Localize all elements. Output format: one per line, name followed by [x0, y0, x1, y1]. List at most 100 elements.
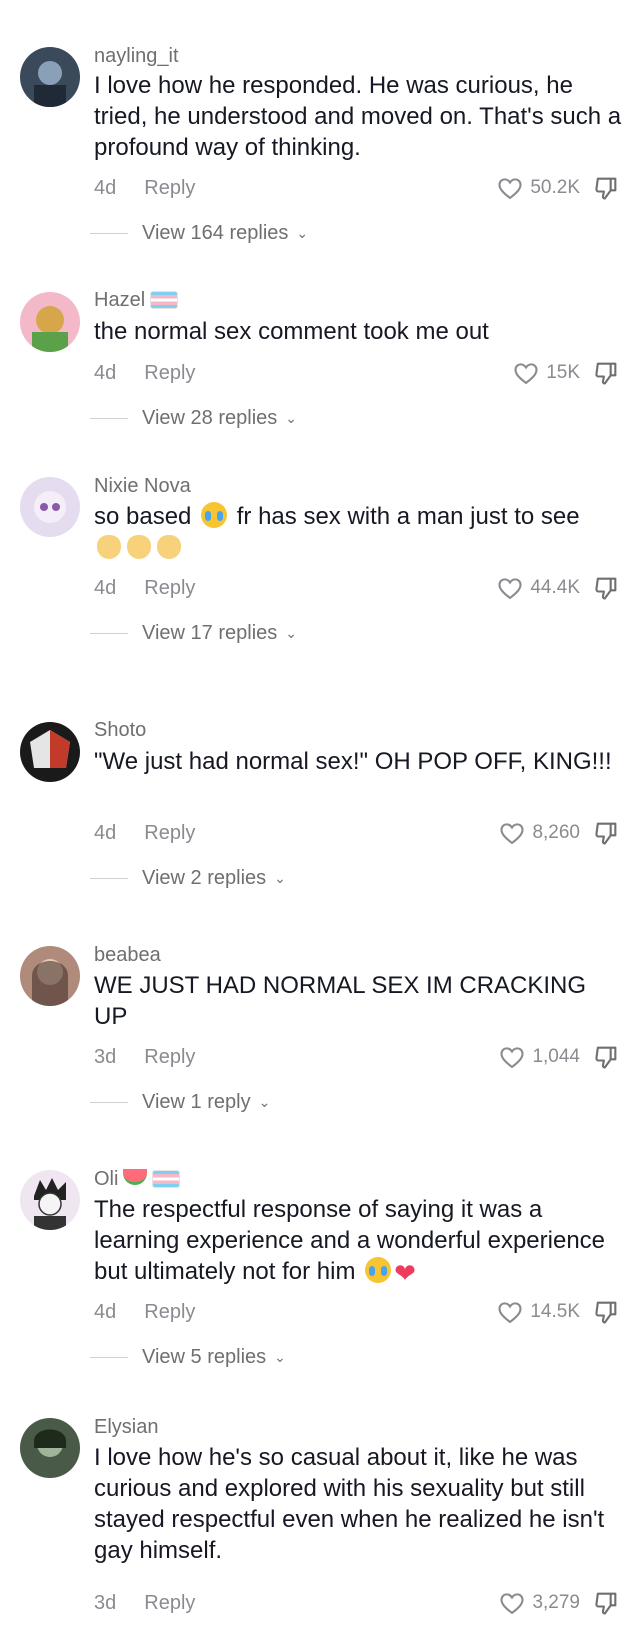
comment-meta: 3d Reply	[94, 1045, 195, 1069]
chevron-down-icon: ⌄	[258, 1094, 271, 1110]
heart-outline-icon	[500, 1047, 525, 1069]
reply-button[interactable]: Reply	[144, 1592, 195, 1614]
username-text[interactable]: beabea	[94, 943, 161, 967]
divider	[90, 1102, 128, 1103]
watermelon-icon	[123, 1169, 148, 1185]
like-button[interactable]: 14.5K	[496, 1298, 580, 1326]
loudly-crying-face-emoji	[201, 502, 228, 528]
like-button[interactable]: 50.2K	[496, 174, 580, 202]
avatar[interactable]	[20, 1418, 80, 1478]
red-heart-emoji: ❤	[394, 1258, 416, 1288]
view-replies-label: View 1 reply	[142, 1091, 251, 1113]
comment-age: 3d	[94, 1592, 117, 1614]
like-count: 50.2K	[530, 177, 580, 198]
chevron-down-icon: ⌄	[274, 870, 286, 886]
like-count: 44.4K	[530, 577, 580, 598]
reply-button[interactable]: Reply	[144, 577, 195, 599]
comment-username[interactable]: beabea	[94, 943, 161, 967]
transgender-flag-icon	[150, 291, 179, 309]
like-button[interactable]: 3,279	[498, 1589, 580, 1617]
username-text[interactable]: Nixie Nova	[94, 474, 191, 498]
view-replies-button[interactable]: View 1 reply ⌄	[90, 1091, 270, 1114]
view-replies-label: View 28 replies	[142, 407, 278, 429]
comment-text: I love how he's so casual about it, like…	[94, 1444, 605, 1564]
comment-text: WE JUST HAD NORMAL SEX IM CRACKING UP	[94, 972, 587, 1030]
like-button[interactable]: 44.4K	[496, 574, 580, 602]
thumbs-down-icon[interactable]	[592, 1043, 620, 1071]
comment-text: "We just had normal sex!" OH POP OFF, KI…	[94, 748, 612, 775]
like-count: 14.5K	[530, 1301, 580, 1322]
avatar[interactable]	[20, 722, 80, 782]
comment-meta: 4d Reply	[94, 821, 195, 845]
comment-age: 4d	[94, 577, 117, 599]
view-replies-label: View 164 replies	[142, 222, 289, 244]
heart-outline-icon	[498, 178, 522, 200]
comment-age: 3d	[94, 1046, 117, 1068]
thumbs-down-icon[interactable]	[592, 1298, 620, 1326]
comment-username[interactable]: nayling_it	[94, 44, 179, 68]
comment-meta: 4d Reply	[94, 176, 195, 200]
chevron-down-icon: ⌄	[274, 1349, 286, 1365]
thumbs-down-icon[interactable]	[592, 359, 620, 387]
username-text[interactable]: Hazel	[94, 288, 145, 312]
avatar[interactable]	[20, 1170, 80, 1230]
comment-age: 4d	[94, 822, 117, 844]
view-replies-button[interactable]: View 28 replies ⌄	[90, 407, 297, 430]
view-replies-button[interactable]: View 2 replies ⌄	[90, 867, 286, 890]
username-text[interactable]: Shoto	[94, 718, 146, 742]
reply-button[interactable]: Reply	[144, 822, 195, 844]
reply-button[interactable]: Reply	[144, 177, 195, 199]
like-count: 8,260	[532, 822, 580, 843]
comment-text-part: so based	[94, 503, 192, 530]
avatar[interactable]	[20, 292, 80, 352]
avatar[interactable]	[20, 477, 80, 537]
username-text[interactable]: Elysian	[94, 1415, 158, 1439]
loudly-crying-face-emoji	[365, 1257, 392, 1283]
comment-meta: 3d Reply	[94, 1591, 195, 1615]
comment-username[interactable]: Nixie Nova	[94, 474, 191, 498]
view-replies-button[interactable]: View 164 replies ⌄	[90, 222, 308, 245]
username-text[interactable]: Oli	[94, 1167, 118, 1191]
heart-outline-icon	[514, 363, 538, 385]
view-replies-button[interactable]: View 5 replies ⌄	[90, 1346, 286, 1369]
avatar[interactable]	[20, 946, 80, 1006]
divider	[90, 633, 128, 634]
clapping-hands-emoji	[97, 535, 121, 559]
divider	[90, 878, 128, 879]
comment-age: 4d	[94, 362, 117, 384]
divider	[90, 418, 128, 419]
heart-outline-icon	[500, 1593, 525, 1615]
comment-text-part: The respectful response of saying it was…	[94, 1196, 606, 1285]
like-button[interactable]: 15K	[512, 359, 580, 387]
comment-username[interactable]: Hazel	[94, 288, 179, 312]
thumbs-down-icon[interactable]	[592, 819, 620, 847]
comment-username[interactable]: Shoto	[94, 718, 146, 742]
thumbs-down-icon[interactable]	[592, 174, 620, 202]
comment-text-part: fr has sex with a man just to see	[236, 503, 580, 530]
comment-meta: 4d Reply	[94, 361, 195, 385]
chevron-down-icon: ⌄	[285, 625, 297, 641]
divider	[90, 233, 128, 234]
clapping-hands-emoji	[127, 535, 151, 559]
thumbs-down-icon[interactable]	[592, 1589, 620, 1617]
like-button[interactable]: 8,260	[498, 819, 580, 847]
reply-button[interactable]: Reply	[144, 362, 195, 384]
comment-text: The respectful response of saying it was…	[94, 1194, 624, 1289]
divider	[90, 1357, 128, 1358]
comment-meta: 4d Reply	[94, 1300, 195, 1324]
reply-button[interactable]: Reply	[144, 1301, 195, 1323]
username-text[interactable]: nayling_it	[94, 44, 179, 68]
like-button[interactable]: 1,044	[498, 1043, 580, 1071]
thumbs-down-icon[interactable]	[592, 574, 620, 602]
heart-outline-icon	[498, 578, 522, 600]
comment-username[interactable]: Oli	[94, 1167, 181, 1191]
heart-outline-icon	[500, 823, 525, 845]
view-replies-button[interactable]: View 17 replies ⌄	[90, 622, 297, 645]
avatar[interactable]	[20, 47, 80, 107]
comment-text: so based fr has sex with a man just to s…	[94, 501, 624, 563]
like-count: 15K	[546, 362, 580, 383]
comment-username[interactable]: Elysian	[94, 1415, 158, 1439]
view-replies-label: View 17 replies	[142, 622, 278, 644]
reply-button[interactable]: Reply	[144, 1046, 195, 1068]
transgender-flag-icon	[152, 1170, 181, 1188]
